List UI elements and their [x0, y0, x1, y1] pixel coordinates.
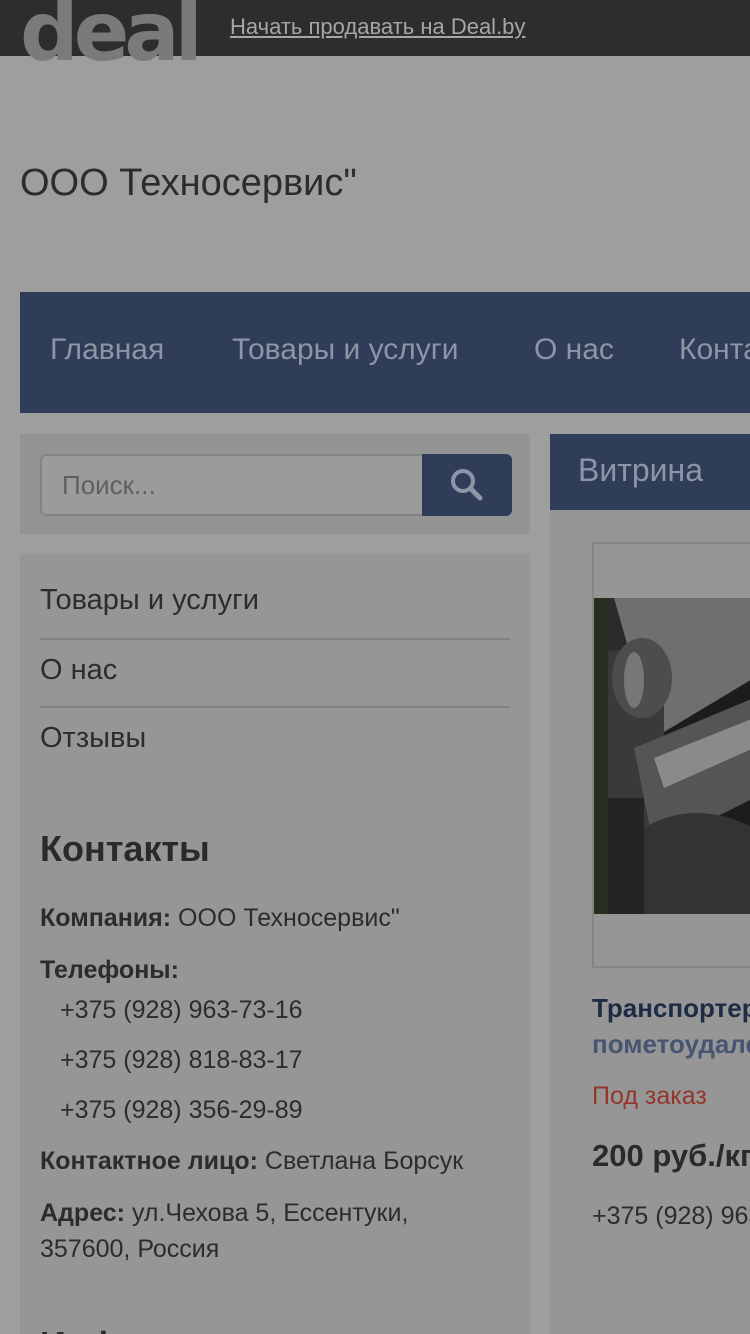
address-row: Адрес: ул.Чехова 5, Ессентуки, 357600, Р…: [40, 1195, 408, 1267]
sidebar: Товары и услуги О нас Отзывы Контакты Ко…: [20, 554, 530, 1334]
nav-item-products[interactable]: Товары и услуги: [232, 333, 459, 367]
sidebar-item-about[interactable]: О нас: [40, 654, 510, 687]
address-line2: 357600, Россия: [40, 1235, 220, 1263]
search-button[interactable]: [422, 454, 512, 516]
product-phone[interactable]: +375 (928) 963-73-16: [592, 1202, 750, 1231]
product-image[interactable]: [594, 598, 750, 914]
tab-showcase[interactable]: Витрина: [550, 434, 750, 510]
sidebar-item-products[interactable]: Товары и услуги: [40, 584, 510, 617]
product-name-line1: Транспортер: [592, 993, 750, 1023]
contact-person-value: Светлана Борсук: [264, 1147, 464, 1175]
phone-1[interactable]: +375 (928) 963-73-16: [60, 996, 303, 1025]
phones-label-row: Телефоны:: [40, 952, 179, 988]
contact-person-row: Контактное лицо: Светлана Борсук: [40, 1143, 463, 1179]
top-bar: deal Начать продавать на Deal.by: [0, 0, 750, 74]
company-row: Компания: ООО Техносервис": [40, 900, 400, 936]
contacts-heading: Контакты: [40, 828, 210, 869]
company-label: Компания:: [40, 904, 172, 932]
nav-item-contacts[interactable]: Контакты: [679, 333, 750, 367]
company-value: ООО Техносервис": [178, 904, 400, 932]
search-icon: [451, 469, 483, 501]
contact-person-label: Контактное лицо:: [40, 1147, 258, 1175]
company-title: ООО Техносервис": [20, 162, 357, 204]
phones-label: Телефоны:: [40, 956, 179, 984]
product-name-link[interactable]: Транспортер пометоудаления: [592, 990, 750, 1062]
tab-showcase-label: Витрина: [578, 452, 704, 488]
main-nav: Главная Товары и услуги О нас Контакты: [20, 292, 750, 413]
showcase-panel: Витрина Транспортер пометоудаления Под з…: [550, 434, 750, 1334]
sidebar-item-reviews[interactable]: Отзывы: [40, 722, 510, 755]
address-line1: ул.Чехова 5, Ессентуки,: [131, 1199, 409, 1227]
search-input[interactable]: [40, 454, 424, 516]
start-selling-link[interactable]: Начать продавать на Deal.by: [230, 14, 525, 40]
phone-2[interactable]: +375 (928) 818-83-17: [60, 1046, 303, 1075]
address-label: Адрес:: [40, 1199, 125, 1227]
product-photo: [594, 598, 750, 914]
deal-logo[interactable]: deal: [20, 0, 203, 74]
product-name-line2: пометоудаления: [592, 1029, 750, 1059]
search-panel: [20, 434, 530, 534]
nav-item-about[interactable]: О нас: [534, 333, 614, 367]
nav-item-home[interactable]: Главная: [50, 333, 164, 367]
info-heading: Информация: [40, 1324, 274, 1334]
divider: [40, 706, 510, 708]
availability-status: Под заказ: [592, 1082, 707, 1110]
product-price: 200 руб./кг: [592, 1138, 750, 1173]
divider: [40, 638, 510, 640]
phone-3[interactable]: +375 (928) 356-29-89: [60, 1096, 303, 1125]
